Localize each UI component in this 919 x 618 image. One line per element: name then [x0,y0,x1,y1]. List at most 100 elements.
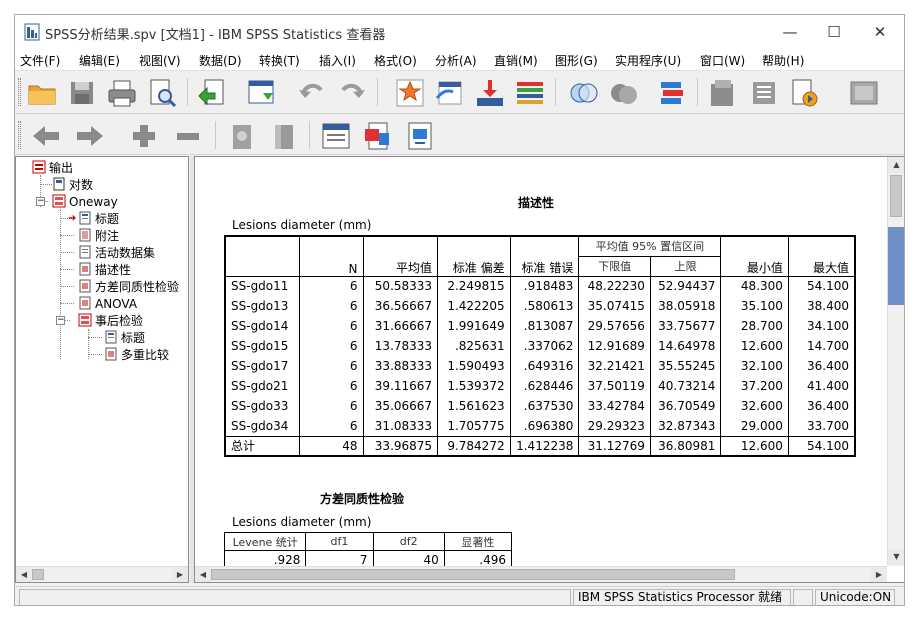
table-cell: 36.400 [787,396,856,416]
menu-analyze[interactable]: 分析(A) [435,52,477,69]
dataset-icon [79,245,91,259]
menu-file[interactable]: 文件(F) [20,52,60,69]
toolbar-grip[interactable] [18,121,21,149]
output-hscrollbar[interactable]: ◀ ▶ [195,566,887,582]
goto-case-icon[interactable] [433,76,467,110]
table-cell: 6 [299,316,364,336]
menu-direct-marketing[interactable]: 直销(M) [494,52,538,69]
tree-node-notes[interactable]: 附注 [78,228,119,245]
outline-toolbar [15,115,904,155]
menu-window[interactable]: 窗口(W) [700,52,745,69]
scroll-left-icon[interactable]: ◀ [195,567,211,582]
tree-connector [60,286,74,287]
scrollbar-thumb[interactable] [890,175,902,217]
minimize-button[interactable]: — [773,21,807,43]
tree-node-label: 附注 [95,229,120,243]
scroll-right-icon[interactable]: ▶ [172,567,188,582]
outline-hscrollbar[interactable]: ◀ ▶ [16,566,188,582]
collapse-icon[interactable] [171,119,205,153]
save-icon[interactable] [65,76,99,110]
table-header-cell: 上限 [649,255,722,277]
table-cell: .637530 [509,396,580,416]
table-cell: 36.70549 [649,396,722,416]
table-cell: 14.700 [787,336,856,356]
menu-help[interactable]: 帮助(H) [762,52,804,69]
collapse-toggle[interactable]: − [36,197,45,206]
table-row: SS-gdo11 6 50.58333 2.249815.918483 48.22230… [224,275,856,296]
processor-status: IBM SPSS Statistics Processor 就绪 [573,589,791,605]
homogeneity-table[interactable]: Levene 统计 df1 df2 显著性 .928 7 40 .496 [223,532,513,569]
variables-icon[interactable] [513,76,547,110]
tree-node-label: ANOVA [95,297,138,311]
tree-node-homogeneity[interactable]: 方差同质性检验 [78,279,179,296]
menu-data[interactable]: 数据(D) [199,52,242,69]
pivot-icon[interactable] [705,76,739,110]
expand-icon[interactable] [127,119,161,153]
table-row: SS-gdo17 6 33.88333 1.590493.649316 32.21421… [224,356,856,376]
goto-variable-icon[interactable] [473,76,507,110]
scroll-down-icon[interactable]: ▼ [888,549,904,565]
menu-graphs[interactable]: 图形(G) [555,52,598,69]
arrow-right-icon[interactable] [73,119,107,153]
scroll-left-icon[interactable]: ◀ [16,567,32,582]
scrollbar-thumb[interactable] [211,569,735,580]
arrow-left-icon[interactable] [29,119,63,153]
chart-window-icon[interactable] [847,76,881,110]
tree-connector [60,235,74,236]
scroll-up-icon[interactable]: ▲ [888,157,904,173]
menu-transform[interactable]: 转换(T) [259,52,300,69]
venn-icon[interactable] [567,76,601,110]
toolbar-grip[interactable] [18,78,21,106]
title-icon [79,211,91,225]
tree-node-log[interactable]: 对数 [52,177,93,194]
tree-node-anova[interactable]: ANOVA [78,296,137,313]
table-cell: 33.75677 [649,316,722,336]
export-icon[interactable] [195,76,229,110]
tree-node-label: 活动数据集 [95,246,156,260]
tree-node-output[interactable]: 输出 [32,160,73,177]
table-cell: 33.700 [787,416,856,436]
tree-node-active-dataset[interactable]: 活动数据集 [78,245,155,262]
menu-view[interactable]: 视图(V) [139,52,181,69]
tree-connector [60,303,74,304]
print-preview-icon[interactable] [145,76,179,110]
script-icon[interactable] [747,76,781,110]
table-header-cell: 下限值 [578,255,651,277]
menu-utilities[interactable]: 实用程序(U) [615,52,681,69]
value-labels-icon[interactable] [655,76,689,110]
recall-dialog-icon[interactable] [245,76,279,110]
menu-insert[interactable]: 插入(I) [319,52,356,69]
menu-edit[interactable]: 编辑(E) [79,52,120,69]
scrollbar-thumb[interactable] [32,569,44,580]
insert-text-icon[interactable] [403,119,437,153]
table-row-label: SS-gdo11 [224,275,301,296]
hide-icon[interactable] [267,119,301,153]
descriptives-table[interactable]: N 平均值 标准 偏差 标准 错误 平均值 95% 置信区间 最小值 最大值 下… [224,235,856,457]
insert-title-icon[interactable] [361,119,395,153]
output-vscrollbar[interactable]: ▲ ▼ [887,157,904,566]
undo-icon[interactable] [295,76,329,110]
tree-node-multiple-comparisons[interactable]: 多重比较 [104,347,169,364]
tree-node-post-hoc-title[interactable]: 标题 [104,330,145,347]
spheres-icon[interactable] [607,76,641,110]
menu-format[interactable]: 格式(O) [374,52,417,69]
table-cell: 48 [299,435,364,457]
maximize-button[interactable]: ☐ [817,21,851,43]
table-cell: 6 [299,376,364,396]
folder-icon [52,194,66,208]
close-button[interactable]: ✕ [863,21,897,43]
collapse-toggle[interactable]: − [56,316,65,325]
tree-node-title[interactable]: 标题 [78,211,119,228]
show-icon[interactable] [225,119,259,153]
designate-window-icon[interactable] [787,76,821,110]
insert-heading-icon[interactable] [319,119,353,153]
goto-data-icon[interactable] [393,76,427,110]
tree-node-oneway[interactable]: Oneway [52,194,118,211]
tree-node-descriptives[interactable]: 描述性 [78,262,131,279]
tree-node-post-hoc[interactable]: 事后检验 [78,313,143,330]
open-folder-icon[interactable] [25,76,59,110]
redo-icon[interactable] [335,76,369,110]
print-icon[interactable] [105,76,139,110]
scroll-right-icon[interactable]: ▶ [871,567,887,582]
table-row-label: SS-gdo14 [224,316,301,336]
